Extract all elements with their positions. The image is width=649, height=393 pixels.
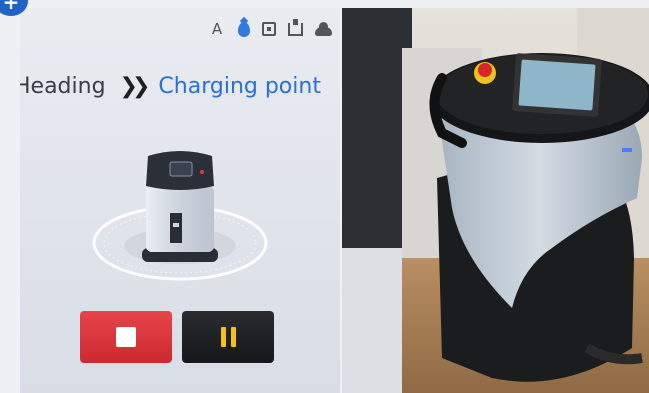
route-from-label: Heading (20, 74, 106, 99)
route-indicator: Heading ❯❯ Charging point (20, 74, 321, 99)
pause-button[interactable] (182, 311, 274, 363)
stop-button[interactable] (80, 311, 172, 363)
robot-illustration (90, 138, 270, 288)
stop-icon (116, 327, 136, 347)
pause-icon (220, 327, 226, 347)
box-icon (262, 22, 276, 36)
tray-icon (288, 18, 303, 36)
robot-photo (342, 8, 649, 393)
status-bar: A (208, 18, 332, 38)
auto-mode-icon: A (211, 20, 223, 38)
screenshot-frame: + A Heading ❯❯ Charging point (0, 0, 649, 393)
cloud-icon (315, 21, 332, 36)
pause-icon-bar (230, 327, 236, 347)
route-destination-label: Charging point (158, 74, 321, 99)
robot-screen: A Heading ❯❯ Charging point (20, 8, 340, 393)
double-chevron-icon: ❯❯ (119, 74, 151, 99)
water-drop-icon (238, 21, 250, 37)
